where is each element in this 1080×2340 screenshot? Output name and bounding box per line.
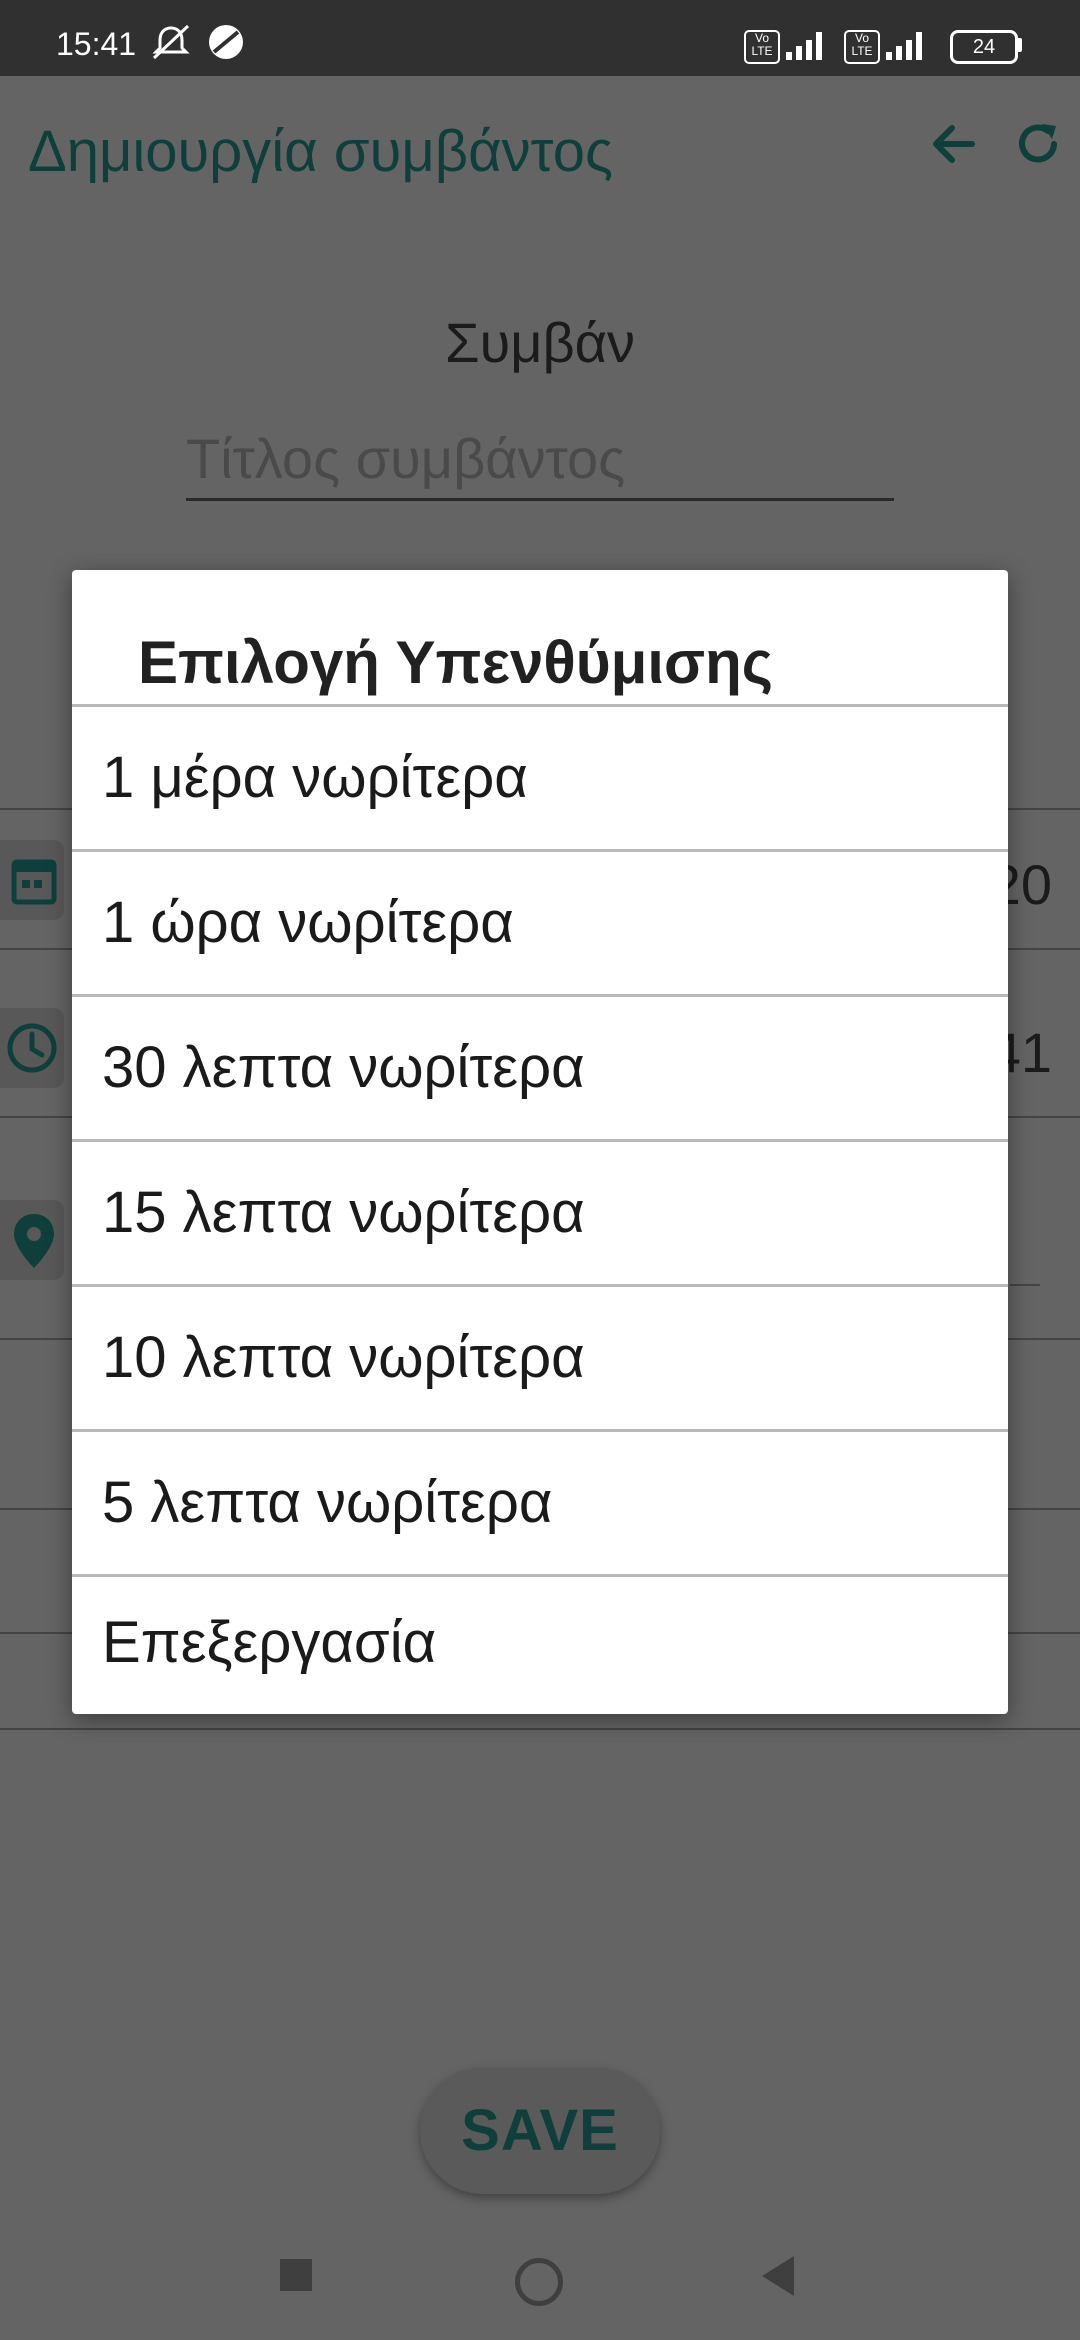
divider (0, 1728, 1080, 1730)
reminder-option-15-min[interactable]: 15 λεπτα νωρίτερα (72, 1142, 1008, 1284)
section-title: Συμβάν (444, 311, 636, 374)
signal-1-icon (784, 22, 830, 67)
event-title-input[interactable] (186, 418, 894, 501)
refresh-icon[interactable] (1012, 118, 1064, 175)
location-underline (1010, 1284, 1040, 1286)
reminder-option-edit[interactable]: Επεξεργασία (72, 1572, 1008, 1714)
home-icon[interactable] (515, 2258, 563, 2306)
reminder-dialog: Επιλογή Υπενθύμισης 1 μέρα νωρίτερα 1 ώρ… (72, 570, 1008, 1714)
battery-tip (1017, 38, 1022, 52)
back-nav-icon[interactable] (762, 2256, 794, 2296)
location-pin-icon (12, 1212, 56, 1275)
reminder-option-30-min[interactable]: 30 λεπτα νωρίτερα (72, 997, 1008, 1139)
status-bar: 15:41 Vo LTE Vo LTE 24 (0, 0, 1080, 76)
save-button[interactable]: SAVE (420, 2068, 660, 2194)
volte-2-icon: Vo LTE (844, 30, 880, 64)
reminder-option-5-min[interactable]: 5 λεπτα νωρίτερα (72, 1432, 1008, 1574)
back-arrow-icon[interactable] (928, 118, 980, 175)
reminder-option-1-hour[interactable]: 1 ώρα νωρίτερα (72, 852, 1008, 994)
volte-1-icon: Vo LTE (744, 30, 780, 64)
location-row-icon-box[interactable] (0, 1200, 64, 1280)
dialog-title: Επιλογή Υπενθύμισης (138, 629, 773, 696)
page-title: Δημιουργία συμβάντος (28, 119, 613, 184)
calendar-icon (10, 854, 58, 911)
date-row-icon-box[interactable] (0, 840, 64, 920)
mute-icon (150, 22, 192, 67)
data-saver-icon (206, 22, 246, 67)
reminder-option-1-day[interactable]: 1 μέρα νωρίτερα (72, 707, 1008, 849)
recents-icon[interactable] (280, 2259, 312, 2291)
time-row-icon-box[interactable] (0, 1008, 64, 1088)
reminder-option-10-min[interactable]: 10 λεπτα νωρίτερα (72, 1287, 1008, 1429)
clock-icon (4, 1020, 60, 1081)
battery-icon: 24 (950, 30, 1018, 64)
status-time: 15:41 (56, 26, 137, 62)
signal-2-icon (884, 22, 930, 67)
